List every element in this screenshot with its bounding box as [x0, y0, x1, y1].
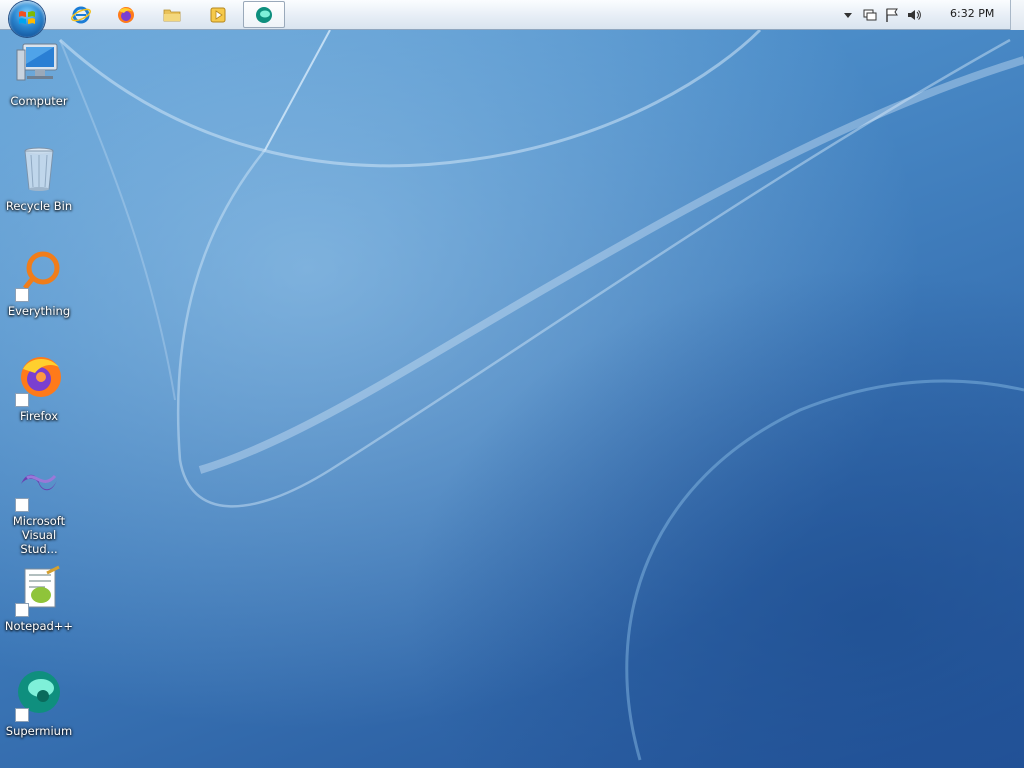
wallpaper [0, 0, 1024, 768]
volume-icon[interactable] [906, 7, 922, 23]
recycle-bin-icon [13, 145, 65, 197]
desktop-icon-label: Notepad++ [4, 619, 74, 633]
desktop-icon-label: Microsoft Visual Stud... [12, 514, 66, 556]
shortcut-arrow-icon [15, 498, 29, 512]
desktop-icon-label: Firefox [19, 409, 59, 423]
system-tray: 6:32 PM [840, 0, 1024, 30]
desktop-icon-supermium[interactable]: Supermium [2, 668, 76, 764]
shortcut-arrow-icon [15, 288, 29, 302]
shortcut-arrow-icon [15, 603, 29, 617]
media-player-icon [210, 7, 226, 22]
taskbar-supermium[interactable] [243, 1, 285, 28]
taskbar-internet-explorer[interactable] [60, 1, 102, 28]
supermium-icon [256, 6, 272, 23]
desktop-icon-label: Everything [7, 304, 71, 318]
start-button[interactable] [9, 1, 45, 37]
taskbar-firefox[interactable] [105, 1, 147, 28]
supermium-icon [13, 670, 65, 722]
notepadpp-icon [13, 565, 65, 617]
ie-icon [71, 6, 91, 23]
computer-icon [13, 40, 65, 92]
windows-logo-icon [19, 11, 35, 24]
firefox-icon [118, 6, 134, 23]
taskbar-file-explorer[interactable] [151, 1, 193, 28]
desktop-icon-computer[interactable]: Computer [2, 38, 76, 134]
folder-icon [163, 9, 181, 21]
desktop-icon-everything[interactable]: Everything [2, 248, 76, 344]
shortcut-arrow-icon [15, 393, 29, 407]
firefox-icon [13, 355, 65, 407]
clock[interactable]: 6:32 PM [950, 7, 994, 20]
desktop-icon-label: Supermium [5, 724, 73, 738]
desktop-icon-label: Recycle Bin [5, 199, 73, 213]
chevron-up-icon[interactable] [840, 7, 856, 23]
desktop-icon-recycle-bin[interactable]: Recycle Bin [2, 143, 76, 239]
desktop-icon-firefox[interactable]: Firefox [2, 353, 76, 449]
everything-icon [13, 250, 65, 302]
desktop-icon-notepadpp[interactable]: Notepad++ [2, 563, 76, 659]
desktop[interactable]: 6:32 PM Computer Recycle Bin Everything … [0, 0, 1024, 768]
action-center-flag-icon[interactable] [884, 7, 900, 23]
desktop-icon-visual-studio[interactable]: Microsoft Visual Stud... [2, 458, 76, 556]
desktop-icon-label: Computer [10, 94, 68, 108]
show-desktop-button[interactable] [1010, 0, 1024, 30]
taskbar-media-player[interactable] [197, 1, 239, 28]
visual-studio-icon [13, 460, 65, 512]
taskbar: 6:32 PM [0, 0, 1024, 37]
shortcut-arrow-icon [15, 708, 29, 722]
network-icon[interactable] [862, 7, 878, 23]
